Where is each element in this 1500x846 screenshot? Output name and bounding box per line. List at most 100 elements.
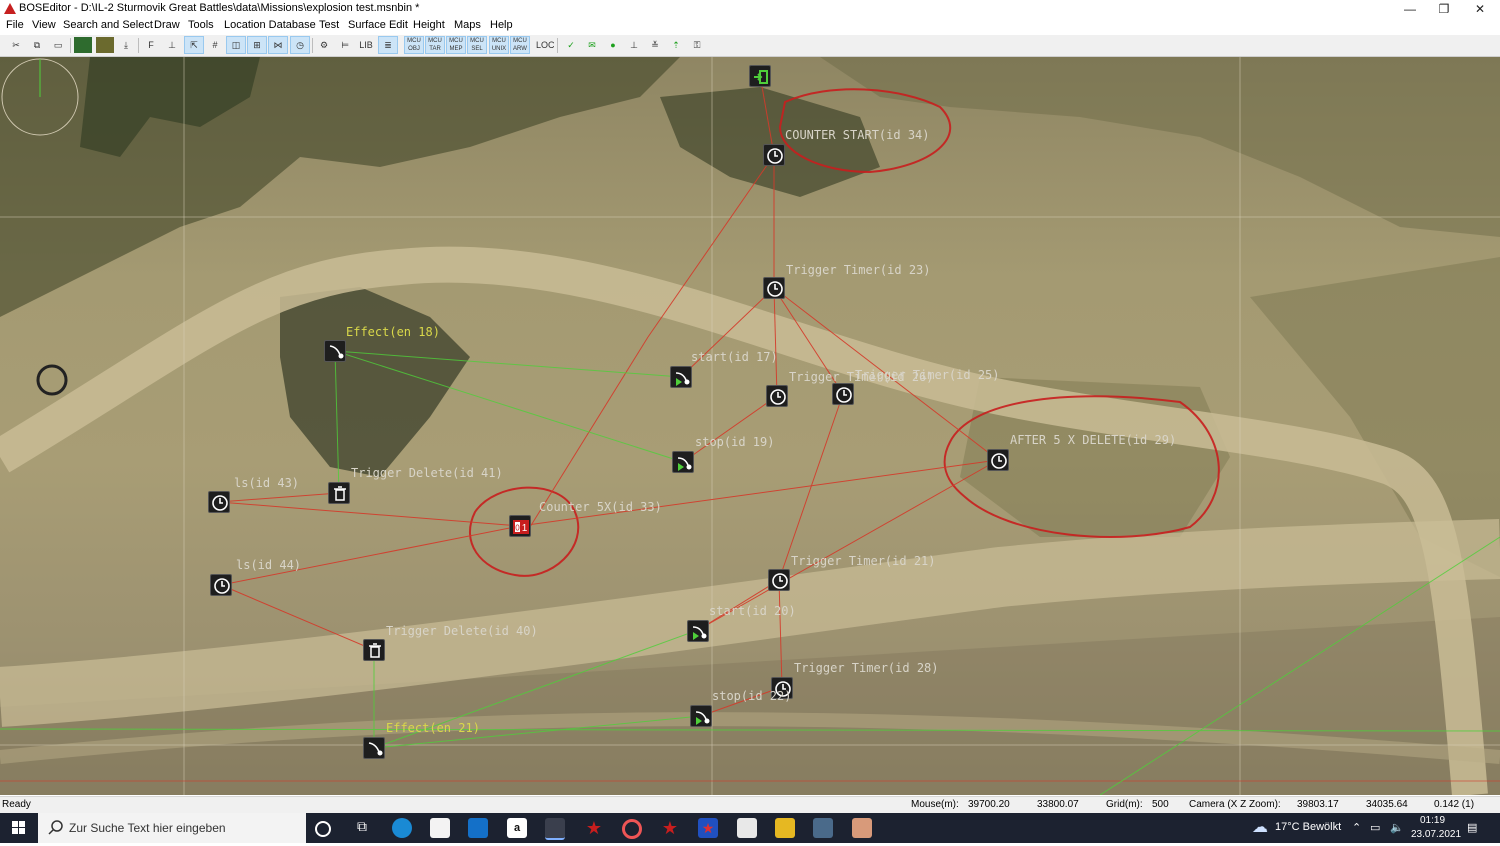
clock-date[interactable]: 23.07.2021: [1411, 829, 1461, 840]
clock-time[interactable]: 01:19: [1420, 815, 1445, 826]
level-icon[interactable]: ⊥: [625, 37, 643, 53]
start-node-17[interactable]: [670, 366, 692, 388]
node-label: Effect(en 21): [386, 721, 480, 735]
mission-begin-node[interactable]: [749, 65, 771, 87]
loc-button[interactable]: LOC: [536, 37, 554, 53]
menu-maps[interactable]: Maps: [454, 19, 481, 31]
timer-node-23[interactable]: [763, 277, 785, 299]
timer-node-25[interactable]: [832, 383, 854, 405]
trash-icon: [369, 643, 381, 658]
notification-icon[interactable]: ▤: [1467, 821, 1477, 834]
copy-icon[interactable]: ⧉: [28, 37, 46, 53]
mcu-arw-button[interactable]: MCU ARW: [510, 36, 530, 54]
menu-search-and-select[interactable]: Search and Select: [63, 19, 153, 31]
node-label: COUNTER START(id 34): [785, 128, 930, 142]
mcu-unix-button[interactable]: MCU UNIX: [489, 36, 509, 54]
close-button[interactable]: ✕: [1463, 0, 1497, 18]
start-node-20[interactable]: [687, 620, 709, 642]
weather-text[interactable]: 17°C Bewölkt: [1275, 821, 1341, 833]
arrow-up-icon[interactable]: ⇡: [667, 37, 685, 53]
app-icon[interactable]: [737, 818, 757, 838]
stop-node-22[interactable]: [690, 705, 712, 727]
zoom-value: 0.142 (1): [1434, 799, 1475, 810]
start-icon: [675, 372, 690, 386]
group-icon[interactable]: ⊥: [163, 37, 181, 53]
timer-node-29[interactable]: [987, 449, 1009, 471]
menu-draw[interactable]: Draw: [154, 19, 180, 31]
menu-view[interactable]: View: [32, 19, 56, 31]
effect-node-21[interactable]: [363, 737, 385, 759]
task-view-icon[interactable]: ⧉: [352, 818, 372, 838]
mcu-sel-button[interactable]: MCU SEL: [467, 36, 487, 54]
mcu-tar-button[interactable]: MCU TAR: [425, 36, 445, 54]
app2-icon[interactable]: [852, 818, 872, 838]
effect-icon: [329, 345, 344, 359]
il2-launcher-icon[interactable]: ★: [660, 818, 680, 838]
taskbar-search[interactable]: Zur Suche Text hier eingeben: [38, 813, 306, 843]
cut-icon[interactable]: ✂: [7, 37, 25, 53]
grid-icon[interactable]: #: [206, 37, 224, 53]
chrome-icon[interactable]: [622, 819, 642, 839]
lib-button[interactable]: LIB: [357, 37, 375, 53]
il2-icon[interactable]: ★: [584, 818, 604, 838]
timer-node-21[interactable]: [768, 569, 790, 591]
maximize-button[interactable]: ❐: [1427, 0, 1461, 18]
f-button[interactable]: F: [142, 37, 160, 53]
timer-node-44[interactable]: [210, 574, 232, 596]
amazon-icon[interactable]: a: [507, 818, 527, 838]
menu-surface-edit[interactable]: Surface Edit: [348, 19, 408, 31]
volume-icon[interactable]: 🔈: [1390, 821, 1404, 834]
network-icon[interactable]: ▭: [1370, 821, 1380, 834]
chevron-up-icon[interactable]: ⌃: [1352, 821, 1361, 834]
paste-icon[interactable]: ▭: [49, 37, 67, 53]
split-icon[interactable]: ◫: [226, 36, 246, 54]
map-canvas[interactable]: COUNTER START(id 34) Trigger Timer(id 23…: [0, 57, 1500, 795]
gear-icon[interactable]: ⚙: [315, 37, 333, 53]
key-icon[interactable]: ⚿: [688, 37, 706, 53]
menu-file[interactable]: File: [6, 19, 24, 31]
map2-icon[interactable]: [96, 37, 114, 53]
menu-height[interactable]: Height: [413, 19, 445, 31]
weather-icon[interactable]: ☁: [1250, 818, 1270, 838]
timer-node-26[interactable]: [766, 385, 788, 407]
node-label: start(id 20): [709, 604, 796, 618]
delete-node-40[interactable]: [363, 639, 385, 661]
level2-icon[interactable]: ≚: [646, 37, 664, 53]
windows-icon: [12, 821, 25, 834]
node-label: AFTER 5 X DELETE(id 29): [1010, 433, 1177, 447]
stop-node-19[interactable]: [672, 451, 694, 473]
effect-node-18[interactable]: [324, 340, 346, 362]
clock-icon[interactable]: ◷: [290, 36, 310, 54]
game-icon[interactable]: ★: [698, 818, 718, 838]
map-icon[interactable]: [74, 37, 92, 53]
menu-location-database[interactable]: Location Database: [224, 19, 316, 31]
select-icon[interactable]: ⇱: [184, 36, 204, 54]
dot-icon[interactable]: ●: [604, 37, 622, 53]
route-icon[interactable]: ⋈: [268, 36, 288, 54]
mail-app-icon[interactable]: [468, 818, 488, 838]
menu-help[interactable]: Help: [490, 19, 513, 31]
edge-icon[interactable]: [392, 818, 412, 838]
menu-test[interactable]: Test: [319, 19, 339, 31]
start-button[interactable]: [0, 813, 38, 843]
align-icon[interactable]: ⊨: [336, 37, 354, 53]
check-icon[interactable]: ✓: [562, 37, 580, 53]
boseditor-app-icon[interactable]: [545, 818, 565, 840]
delete-node-41[interactable]: [328, 482, 350, 504]
store-icon[interactable]: [430, 818, 450, 838]
timer-node-34[interactable]: [763, 144, 785, 166]
aircraft-app-icon[interactable]: [813, 818, 833, 838]
timer-node-43[interactable]: [208, 491, 230, 513]
mail-icon[interactable]: ✉: [583, 37, 601, 53]
mcu-obj-button[interactable]: MCU OBJ: [404, 36, 424, 54]
file-explorer-icon[interactable]: [775, 818, 795, 838]
download-icon[interactable]: ⤓: [117, 37, 135, 53]
counter-icon: 01: [513, 520, 529, 534]
list-icon[interactable]: ≣: [378, 36, 398, 54]
cortana-icon[interactable]: [315, 821, 331, 837]
waypoint-icon[interactable]: ⊞: [247, 36, 267, 54]
menu-tools[interactable]: Tools: [188, 19, 214, 31]
mcu-mep-button[interactable]: MCU MEP: [446, 36, 466, 54]
counter-node-33[interactable]: 01: [509, 515, 531, 537]
minimize-button[interactable]: —: [1393, 0, 1427, 18]
